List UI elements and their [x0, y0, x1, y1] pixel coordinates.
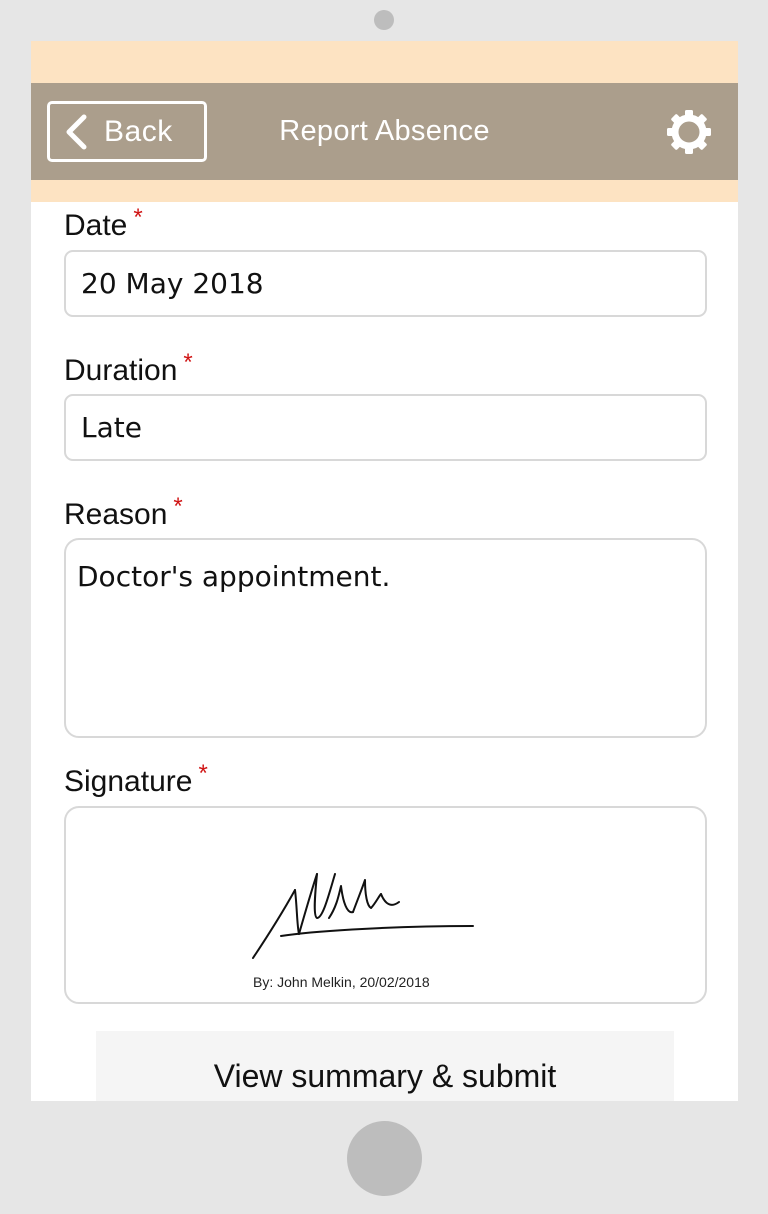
- header-bottom-strip: [31, 180, 738, 202]
- reason-textarea[interactable]: Doctor's appointment.: [64, 538, 707, 738]
- signature-image: [252, 873, 474, 959]
- signature-pad[interactable]: By: John Melkin, 20/02/2018: [64, 806, 707, 1004]
- reason-label-text: Reason: [64, 498, 168, 531]
- home-button[interactable]: [347, 1121, 422, 1196]
- required-marker: *: [198, 760, 208, 787]
- date-label: Date *: [64, 204, 143, 243]
- gear-icon[interactable]: [665, 108, 713, 156]
- date-label-text: Date: [64, 209, 128, 242]
- app-header: Back Report Absence: [31, 83, 738, 180]
- status-strip: [31, 41, 738, 83]
- signature-caption: By: John Melkin, 20/02/2018: [253, 974, 430, 990]
- required-marker: *: [173, 493, 183, 520]
- tablet-frame: Back Report Absence Date * 20 May 2018 D…: [0, 0, 768, 1214]
- signature-label: Signature *: [64, 760, 208, 799]
- view-summary-submit-button[interactable]: View summary & submit: [96, 1031, 674, 1101]
- duration-field[interactable]: Late: [64, 394, 707, 461]
- front-camera: [374, 10, 394, 30]
- duration-label-text: Duration: [64, 354, 178, 387]
- date-field[interactable]: 20 May 2018: [64, 250, 707, 317]
- duration-label: Duration *: [64, 349, 193, 388]
- signature-label-text: Signature: [64, 765, 193, 798]
- reason-label: Reason *: [64, 493, 183, 532]
- app-screen: Back Report Absence Date * 20 May 2018 D…: [31, 41, 738, 1101]
- page-title: Report Absence: [279, 115, 490, 147]
- required-marker: *: [133, 204, 143, 231]
- required-marker: *: [183, 349, 193, 376]
